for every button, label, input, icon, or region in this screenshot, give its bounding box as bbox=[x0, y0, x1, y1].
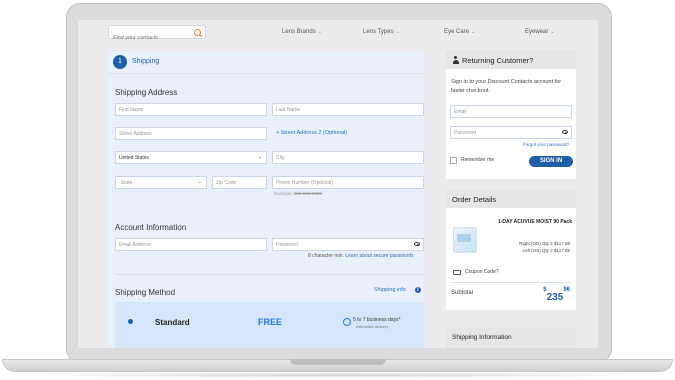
returning-customer-title: Returning Customer? bbox=[462, 56, 534, 65]
forgot-password-link[interactable]: Forgot your password? bbox=[523, 142, 569, 147]
city-field[interactable]: City bbox=[272, 151, 424, 164]
phone-example-value: 555-555-5555 bbox=[294, 191, 323, 196]
info-icon[interactable]: i bbox=[415, 287, 421, 293]
shipping-option-standard[interactable]: Standard FREE 5 to 7 business days* esti… bbox=[115, 302, 424, 348]
nav-label: Eye Care bbox=[444, 29, 470, 35]
subtotal-label: Subtotal bbox=[451, 290, 474, 296]
radio-selected-icon[interactable] bbox=[128, 319, 133, 324]
sidebar-password-field[interactable]: Password bbox=[450, 126, 572, 139]
option-days: 5 to 7 business days* bbox=[353, 317, 401, 323]
divider bbox=[115, 274, 424, 275]
order-details-header: Order Details bbox=[446, 190, 576, 208]
search-icon[interactable] bbox=[194, 29, 201, 36]
password-hint-row: 8 character min. Learn about secure pass… bbox=[308, 253, 414, 259]
checkout-panel: 1 Shipping Shipping Address First Name L… bbox=[108, 51, 424, 348]
option-price: FREE bbox=[258, 317, 283, 327]
returning-customer-description: Sign in to your Discount Contacts accoun… bbox=[451, 79, 562, 94]
state-placeholder: -State- bbox=[119, 180, 135, 186]
chevron-down-icon: ⌄ bbox=[317, 29, 322, 35]
nav-eye-care[interactable]: Eye Care ⌄ bbox=[444, 29, 475, 35]
search-input[interactable] bbox=[109, 32, 193, 44]
chevron-down-icon: ⌄ bbox=[257, 154, 262, 160]
chevron-down-icon: ⌄ bbox=[550, 29, 555, 35]
password-field[interactable]: Password bbox=[272, 238, 424, 251]
order-details-panel: Order Details 1-DAY ACUVUE MOIST 90 Pack… bbox=[446, 190, 576, 310]
password-placeholder: Password bbox=[276, 242, 298, 248]
remember-me-checkbox[interactable] bbox=[450, 157, 457, 164]
product-image bbox=[453, 227, 477, 253]
phone-example-label: Example: bbox=[274, 191, 293, 196]
shipping-method-title: Shipping Method bbox=[115, 288, 176, 297]
first-name-field[interactable]: First Name bbox=[115, 103, 267, 116]
password-hint: 8 character min. bbox=[308, 253, 344, 259]
shipping-information-panel: Shipping Information bbox=[446, 328, 576, 348]
country-select[interactable]: United States ⌄ bbox=[115, 151, 267, 164]
nav-label: Lens Brands bbox=[282, 29, 316, 35]
nav-label: Lens Types bbox=[363, 29, 394, 35]
sign-in-button[interactable]: SIGN IN bbox=[529, 156, 573, 167]
sidebar-email-field[interactable]: Email bbox=[450, 105, 572, 118]
learn-secure-passwords-link[interactable]: Learn about secure passwords bbox=[345, 253, 413, 259]
laptop-notch bbox=[290, 359, 386, 365]
coupon-icon[interactable] bbox=[453, 270, 461, 275]
street-address-field[interactable]: Street Address bbox=[115, 127, 267, 140]
state-select[interactable]: -State- ⌄ bbox=[115, 176, 207, 189]
phone-example: Example: 555-555-5555 bbox=[274, 191, 322, 196]
eye-icon[interactable] bbox=[562, 130, 568, 134]
right-eye-line: Right (OD) Qty 2 $117.98 bbox=[519, 241, 570, 246]
option-note: estimated delivery bbox=[356, 324, 389, 329]
subtotal-cents: 96 bbox=[563, 287, 570, 293]
option-name: Standard bbox=[155, 318, 190, 327]
top-nav: Lens Brands⌄ Lens Types⌄ Eye Care⌄ Eyewe… bbox=[78, 20, 598, 44]
nav-lens-brands[interactable]: Lens Brands ⌄ bbox=[282, 29, 322, 35]
coupon-code-link[interactable]: Coupon Code? bbox=[465, 268, 499, 277]
zip-code-field[interactable]: Zip Code bbox=[212, 176, 267, 189]
email-address-field[interactable]: Email Address bbox=[115, 238, 267, 251]
shipping-information-title: Shipping Information bbox=[452, 334, 512, 341]
subtotal-whole: 235 bbox=[546, 292, 564, 303]
eye-icon[interactable] bbox=[414, 242, 420, 246]
step-title: Shipping bbox=[132, 58, 160, 65]
step-header: 1 Shipping bbox=[108, 51, 424, 74]
nav-label: Eyewear bbox=[525, 29, 549, 35]
chevron-down-icon: ⌄ bbox=[197, 179, 202, 185]
screen: Lens Brands⌄ Lens Types⌄ Eye Care⌄ Eyewe… bbox=[78, 20, 598, 348]
shipping-address-title: Shipping Address bbox=[115, 88, 178, 97]
shipping-information-header: Shipping Information bbox=[446, 328, 576, 348]
product-name: 1-DAY ACUVUE MOIST 90 Pack bbox=[497, 219, 572, 225]
clock-icon bbox=[343, 318, 351, 326]
returning-customer-header: Returning Customer? bbox=[446, 51, 576, 69]
nav-lens-types[interactable]: Lens Types ⌄ bbox=[363, 29, 400, 35]
left-eye-line: Left (OS) Qty 2 $117.98 bbox=[522, 248, 570, 253]
last-name-field[interactable]: Last Name bbox=[272, 103, 424, 116]
chevron-down-icon: ⌄ bbox=[471, 29, 476, 35]
remember-me-label: Remember me bbox=[461, 157, 495, 163]
order-details-title: Order Details bbox=[452, 195, 497, 204]
chevron-down-icon: ⌄ bbox=[395, 29, 400, 35]
search-box[interactable] bbox=[108, 25, 206, 44]
country-value: United States bbox=[119, 155, 150, 161]
sidebar-password-placeholder: Password bbox=[454, 130, 476, 136]
account-information-title: Account Information bbox=[115, 223, 187, 232]
laptop-shadow bbox=[2, 372, 673, 378]
divider bbox=[450, 282, 572, 283]
phone-field[interactable]: Phone Number (Optional) bbox=[272, 176, 424, 189]
returning-customer-panel: Returning Customer? Sign in to your Disc… bbox=[446, 51, 576, 179]
step-number-badge: 1 bbox=[113, 55, 127, 69]
user-icon bbox=[452, 56, 459, 64]
shipping-info-link[interactable]: Shipping info bbox=[374, 287, 406, 293]
add-street-address-2-link[interactable]: + Street Address 2 (Optional) bbox=[276, 130, 347, 136]
nav-eyewear[interactable]: Eyewear ⌄ bbox=[525, 29, 555, 35]
subtotal-value: $23596 bbox=[543, 287, 570, 305]
